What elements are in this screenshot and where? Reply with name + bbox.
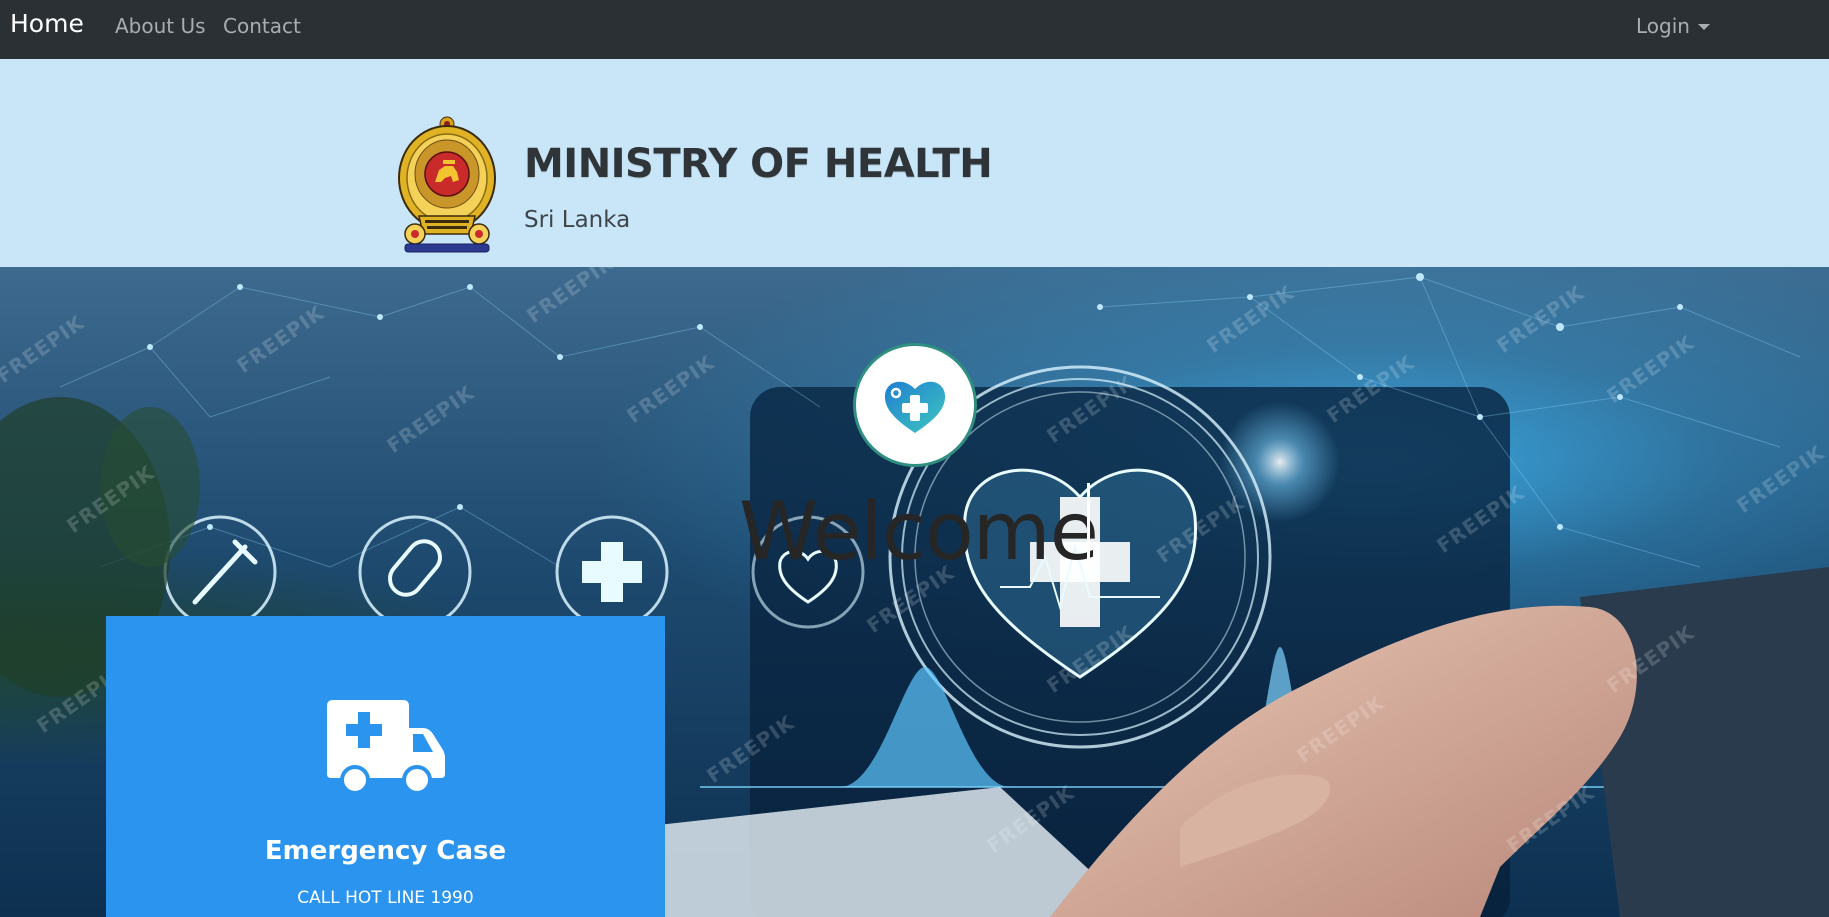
emergency-card-title: Emergency Case xyxy=(264,836,507,866)
typing-cursor xyxy=(1087,483,1090,567)
login-dropdown[interactable]: Login xyxy=(1636,14,1710,38)
top-navbar: Home About Us Contact Login xyxy=(0,0,1829,59)
ambulance-icon xyxy=(327,700,445,794)
emergency-card-hotline: CALL HOT LINE 1990 xyxy=(297,888,474,908)
nav-contact-link[interactable]: Contact xyxy=(223,14,301,38)
page-subtitle: Sri Lanka xyxy=(524,207,631,233)
nav-home-link[interactable]: Home xyxy=(10,9,84,38)
heart-plus-icon xyxy=(884,381,946,433)
welcome-heading: Welcome xyxy=(739,485,1099,578)
site-header: MINISTRY OF HEALTH Sri Lanka xyxy=(0,59,1829,267)
page-title: MINISTRY OF HEALTH xyxy=(524,141,993,187)
sri-lanka-emblem-icon xyxy=(398,116,496,253)
caret-down-icon xyxy=(1697,24,1710,30)
emergency-card[interactable]: Emergency Case CALL HOT LINE 1990 xyxy=(106,616,665,917)
site-logo[interactable] xyxy=(853,343,977,467)
nav-about-link[interactable]: About Us xyxy=(115,14,206,38)
login-label: Login xyxy=(1636,14,1690,38)
